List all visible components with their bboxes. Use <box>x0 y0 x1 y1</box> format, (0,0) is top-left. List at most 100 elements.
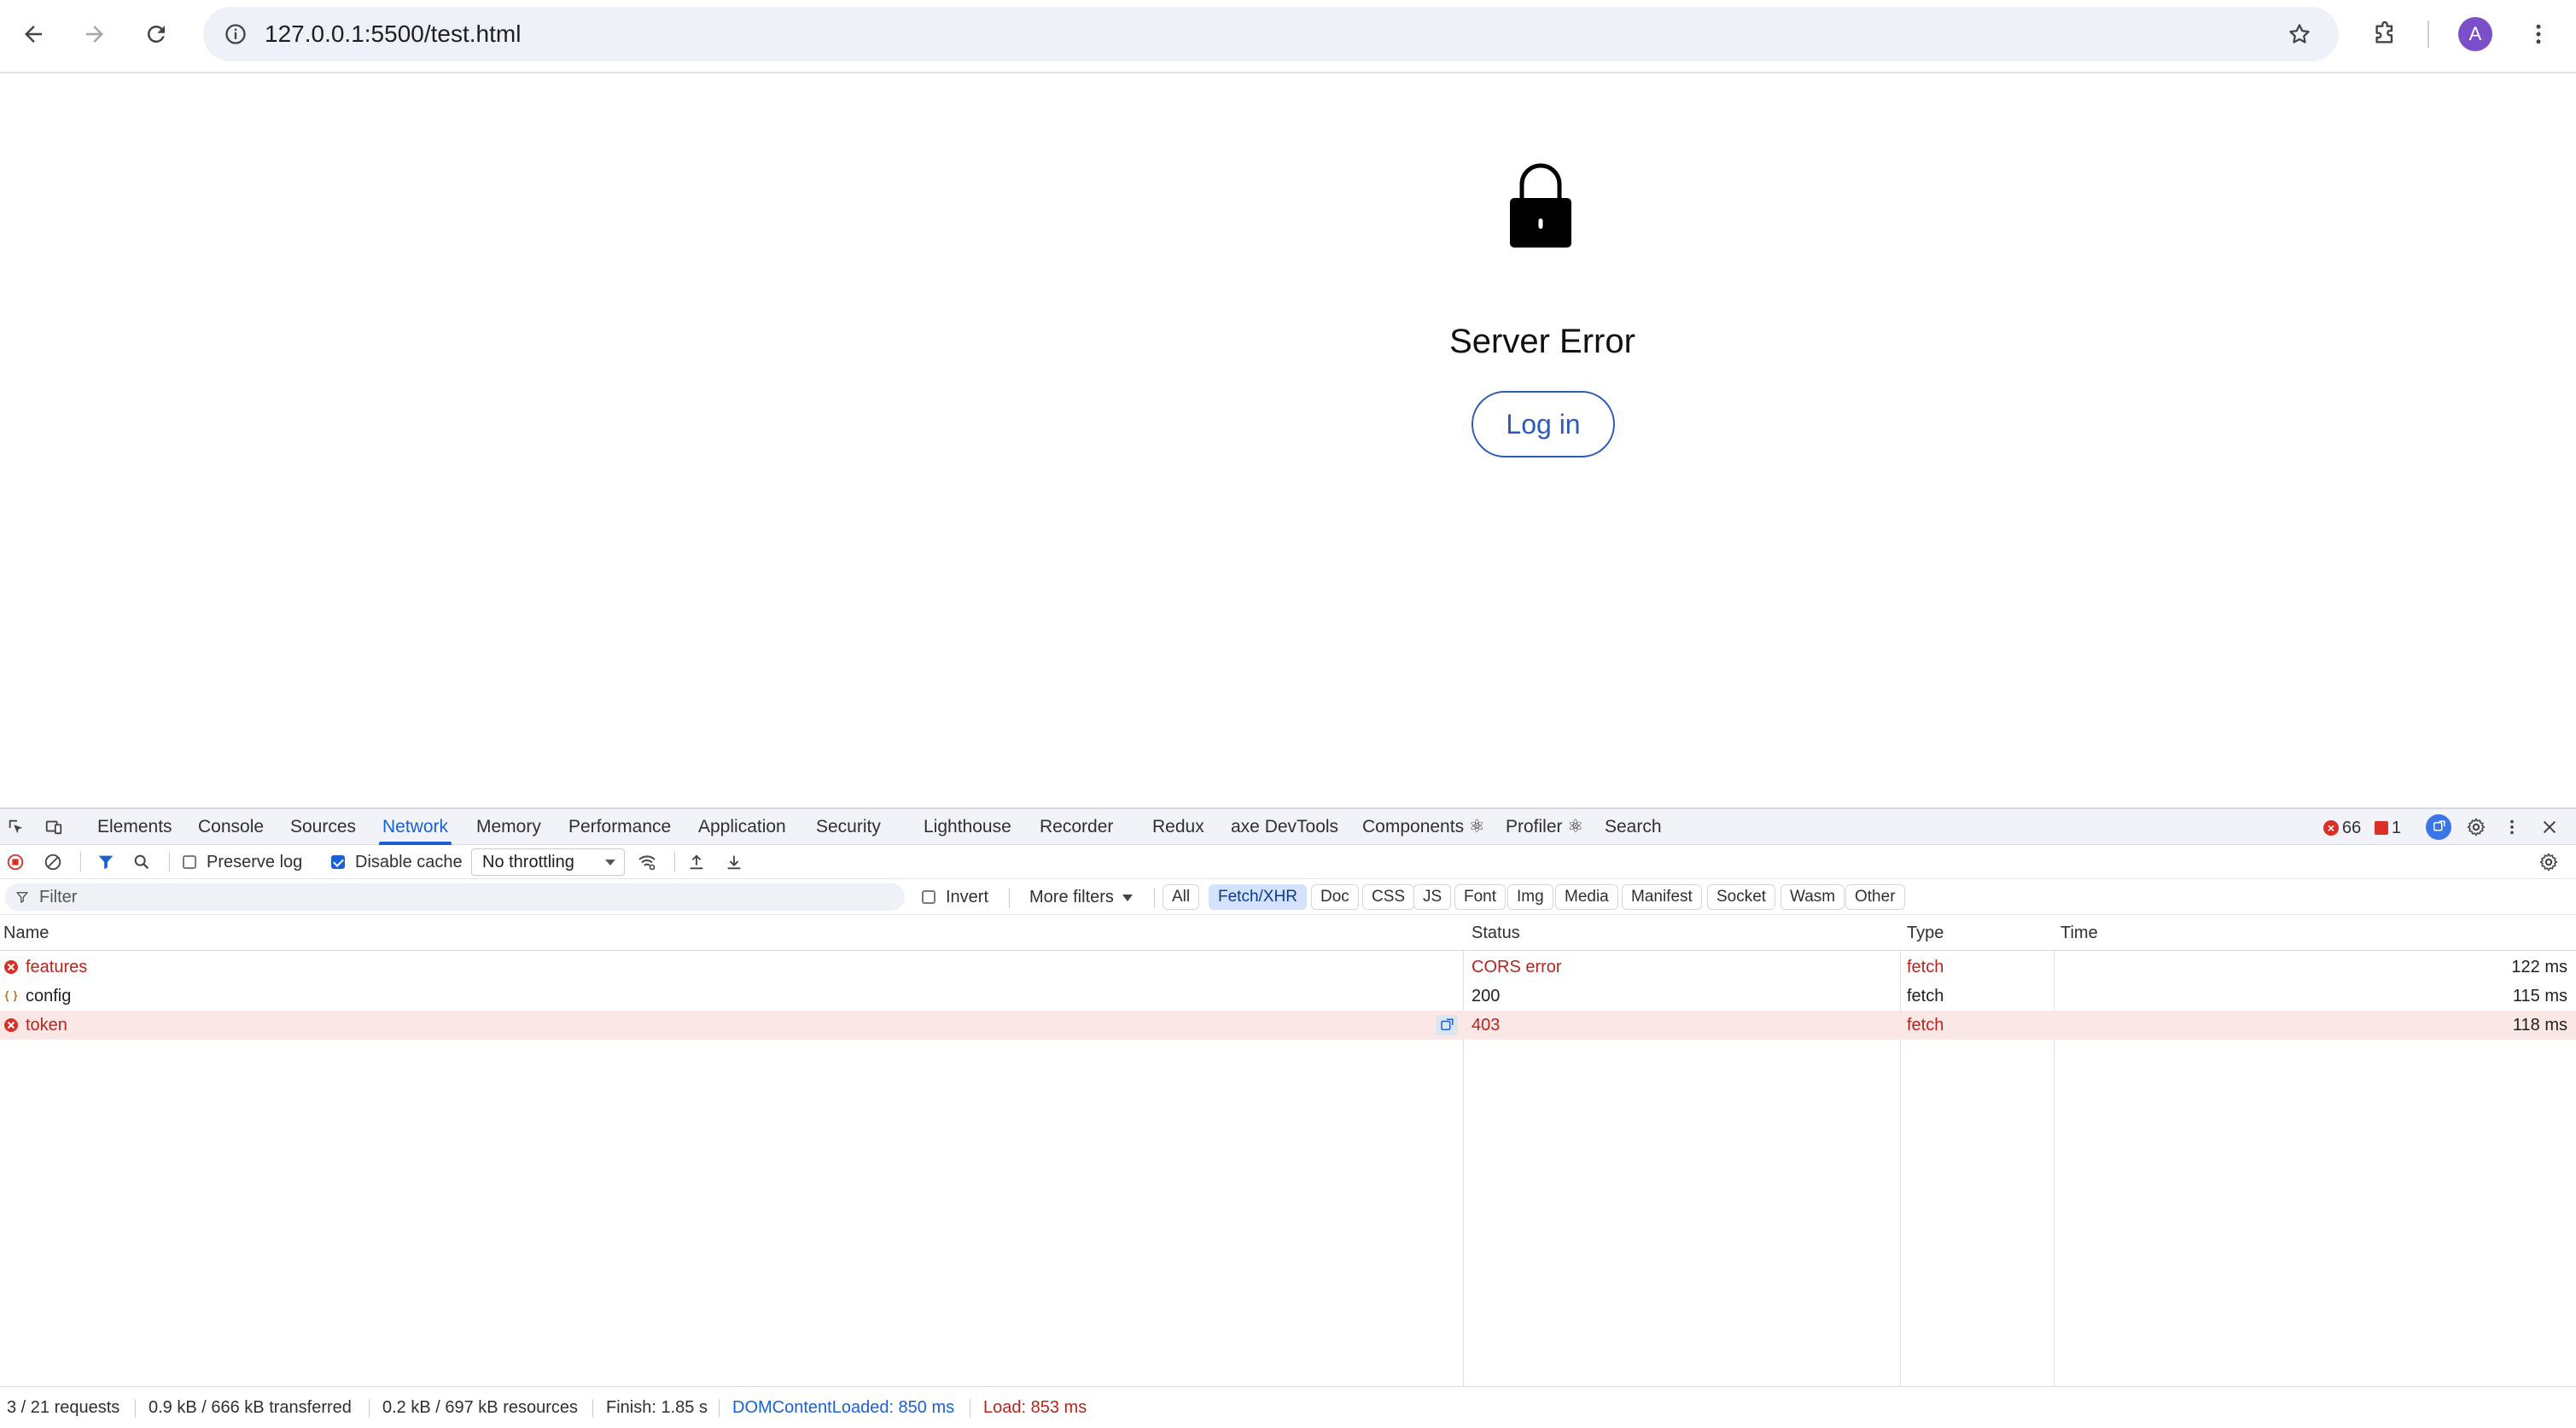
disable-cache-label: Disable cache <box>355 853 463 871</box>
tab-console[interactable]: Console <box>198 809 264 845</box>
request-name: token <box>26 1016 67 1035</box>
close-devtools-icon[interactable] <box>2538 816 2561 838</box>
request-type: fetch <box>1907 958 1944 976</box>
more-filters-dropdown[interactable]: More filters <box>1029 879 1133 915</box>
preserve-log-label: Preserve log <box>207 853 303 871</box>
tab-sources[interactable]: Sources <box>290 809 356 845</box>
column-header-time[interactable]: Time <box>2060 915 2098 951</box>
type-filter-js[interactable]: JS <box>1413 884 1452 910</box>
tab-network[interactable]: Network <box>378 809 452 845</box>
browser-menu-icon[interactable] <box>2521 15 2556 53</box>
load-time: Load: 853 ms <box>983 1398 1087 1417</box>
toolbar-separator <box>674 852 675 872</box>
browser-toolbar: 127.0.0.1:5500/test.html A <box>0 0 2576 73</box>
device-toolbar-icon[interactable] <box>43 816 65 838</box>
table-row[interactable]: config 200 fetch 115 ms <box>0 982 2576 1011</box>
type-filter-css[interactable]: CSS <box>1362 884 1415 910</box>
profile-avatar[interactable]: A <box>2458 17 2492 51</box>
request-initiator-icon[interactable] <box>1436 1015 1458 1035</box>
status-separator <box>369 1399 370 1418</box>
page-viewport: Server Error Log in <box>0 75 2576 807</box>
request-time: 122 ms <box>2511 958 2567 976</box>
tab-axe-devtools[interactable]: axe DevTools <box>1231 809 1338 845</box>
sync-icon[interactable] <box>2426 814 2451 840</box>
devtools-menu-icon[interactable] <box>2501 816 2523 838</box>
filter-input[interactable] <box>5 883 905 911</box>
filter-funnel-icon[interactable] <box>96 852 116 872</box>
extensions-icon[interactable] <box>2366 15 2404 53</box>
preserve-log-checkbox[interactable] <box>183 855 196 869</box>
site-info-icon[interactable] <box>219 17 253 51</box>
invert-label: Invert <box>946 888 989 906</box>
lock-icon <box>1510 163 1571 248</box>
type-filter-wasm[interactable]: Wasm <box>1780 884 1845 910</box>
type-filter-font[interactable]: Font <box>1454 884 1507 910</box>
tab-lighthouse[interactable]: Lighthouse <box>924 809 1011 845</box>
type-filter-doc[interactable]: Doc <box>1311 884 1359 910</box>
network-conditions-icon[interactable] <box>637 852 657 872</box>
table-row[interactable]: features CORS error fetch 122 ms <box>0 953 2576 982</box>
import-har-icon[interactable] <box>686 852 707 872</box>
reload-button[interactable] <box>137 15 176 54</box>
tab-search[interactable]: Search <box>1605 809 1662 845</box>
table-row[interactable]: token 403 fetch 118 ms <box>0 1011 2576 1040</box>
error-icon: × <box>2323 820 2339 836</box>
error-icon <box>4 1018 18 1032</box>
type-filter-other[interactable]: Other <box>1845 884 1905 910</box>
request-name: config <box>26 987 72 1005</box>
address-bar[interactable]: 127.0.0.1:5500/test.html <box>203 7 2339 61</box>
type-filter-manifest[interactable]: Manifest <box>1622 884 1702 910</box>
tab-memory[interactable]: Memory <box>476 809 541 845</box>
network-settings-icon[interactable] <box>2538 852 2559 872</box>
forward-button[interactable] <box>75 15 114 54</box>
network-toolbar: Preserve log Disable cache No throttling <box>0 845 2576 879</box>
issue-flag-icon <box>2375 821 2388 835</box>
request-time: 118 ms <box>2512 1016 2567 1035</box>
type-filter-all[interactable]: All <box>1163 884 1200 910</box>
column-header-name[interactable]: Name <box>3 915 49 951</box>
tab-redux[interactable]: Redux <box>1152 809 1204 845</box>
tab-elements[interactable]: Elements <box>97 809 172 845</box>
tab-application[interactable]: Application <box>698 809 786 845</box>
table-header: Name Status Type Time <box>0 915 2576 951</box>
tab-recorder[interactable]: Recorder <box>1040 809 1113 845</box>
tab-security[interactable]: Security <box>816 809 881 845</box>
bookmark-star-icon[interactable] <box>2282 17 2317 51</box>
dom-content-loaded-time: DOMContentLoaded: 850 ms <box>732 1398 955 1417</box>
url-text[interactable]: 127.0.0.1:5500/test.html <box>265 20 521 48</box>
error-count-badge[interactable]: × 66 <box>2323 818 2361 838</box>
devtools-settings-icon[interactable] <box>2465 816 2487 838</box>
tab-profiler[interactable]: Profiler ⚛ <box>1506 809 1583 845</box>
tab-performance[interactable]: Performance <box>568 809 671 845</box>
request-status: 403 <box>1472 1016 1501 1035</box>
back-button[interactable] <box>14 15 53 54</box>
type-filter-media[interactable]: Media <box>1555 884 1618 910</box>
login-button[interactable]: Log in <box>1472 391 1615 458</box>
toolbar-separator <box>80 852 81 872</box>
clear-log-icon[interactable] <box>43 852 63 872</box>
request-type: fetch <box>1907 987 1944 1005</box>
issue-count-badge[interactable]: 1 <box>2375 818 2401 838</box>
request-status: 200 <box>1472 987 1501 1005</box>
type-filter-img[interactable]: Img <box>1507 884 1553 910</box>
column-header-type[interactable]: Type <box>1907 915 1944 951</box>
filter-icon <box>16 892 28 903</box>
disable-cache-checkbox[interactable] <box>331 855 345 869</box>
request-status: CORS error <box>1472 958 1562 976</box>
type-filter-socket[interactable]: Socket <box>1707 884 1776 910</box>
arrow-right-icon <box>86 26 103 43</box>
record-stop-icon[interactable] <box>5 852 26 872</box>
status-separator <box>719 1399 720 1418</box>
inspect-element-icon[interactable] <box>5 816 27 838</box>
tab-components[interactable]: Components ⚛ <box>1362 809 1485 845</box>
status-separator <box>592 1399 593 1418</box>
throttling-select[interactable]: No throttling <box>471 848 625 876</box>
invert-checkbox[interactable] <box>922 890 935 904</box>
fetch-json-icon <box>4 990 18 1002</box>
column-header-status[interactable]: Status <box>1472 915 1520 951</box>
toolbar-separator <box>169 852 170 872</box>
arrow-left-icon <box>25 26 42 43</box>
export-har-icon[interactable] <box>724 852 744 872</box>
type-filter-fetch-xhr[interactable]: Fetch/XHR <box>1209 884 1307 910</box>
search-icon[interactable] <box>131 852 152 872</box>
